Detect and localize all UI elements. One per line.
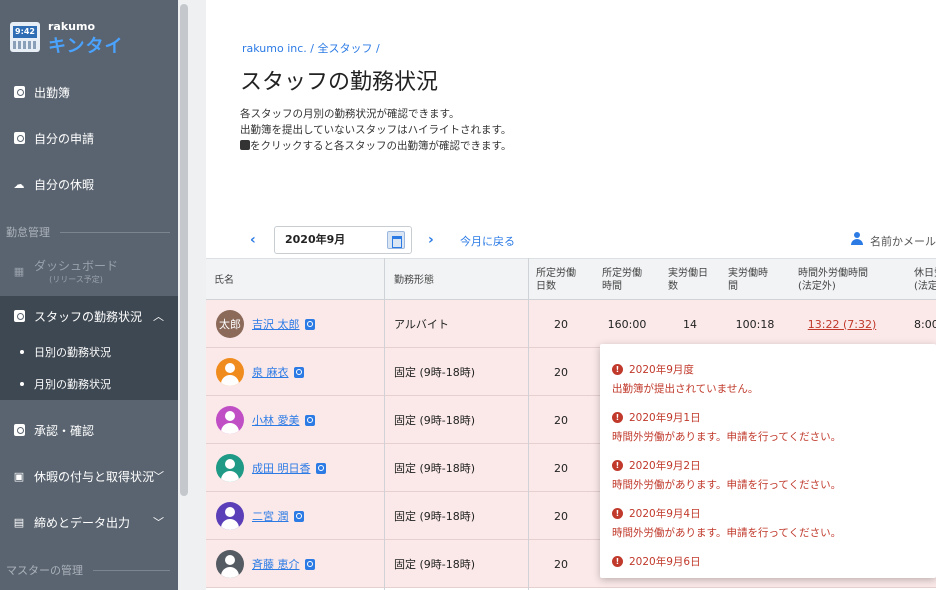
staff-name-link[interactable]: 吉沢 太郎 (252, 316, 300, 332)
error-icon: ! (612, 460, 623, 471)
leave-icon: ☁ (13, 177, 25, 191)
alert-item: ! 2020年9月4日 時間外労働があります。申請を行ってください。 (612, 508, 842, 539)
error-icon: ! (612, 508, 623, 519)
avatar (216, 454, 244, 482)
scheduled-days-cell: 20 (554, 509, 568, 523)
sidebar-subitem-daily-status[interactable]: 日別の勤務状況 (0, 336, 178, 368)
staff-status-icon (12, 309, 26, 323)
work-type-cell: 固定 (9時-18時) (394, 414, 476, 427)
table-row[interactable]: 太郎 吉沢 太郎 アルバイト 20 160:00 14 100:18 13:22… (206, 300, 936, 348)
calendar-icon[interactable] (387, 231, 405, 249)
col-header-actual-days[interactable]: 実労働日 数 (660, 259, 720, 301)
section-header-attendance: 勤怠管理 (6, 224, 170, 240)
work-type-cell: 固定 (9時-18時) (394, 366, 476, 379)
export-icon: ▤ (13, 515, 25, 529)
col-header-holiday-work[interactable]: 休日労 (法定 (906, 259, 936, 301)
avatar (216, 406, 244, 434)
prev-month-button[interactable]: ‹ (250, 232, 256, 248)
book-icon (12, 85, 26, 99)
sidebar: 9:42 rakumo キンタイ 出勤簿 自分の申請 ☁ 自分の休暇 勤怠管理 … (0, 0, 178, 590)
avatar (216, 358, 244, 386)
chevron-up-icon: ︿ (153, 310, 164, 323)
month-picker[interactable]: 2020年9月 (274, 226, 412, 254)
clock-logo-icon: 9:42 (10, 22, 40, 52)
sidebar-item-my-leave[interactable]: ☁ 自分の休暇 (0, 164, 178, 204)
attendance-book-icon[interactable] (304, 558, 315, 570)
page-title: スタッフの勤務状況 (240, 70, 439, 95)
actual-days-cell: 14 (683, 317, 697, 331)
error-icon: ! (612, 556, 623, 567)
alert-item: ! 2020年9月6日 (612, 554, 701, 569)
back-to-current-month-link[interactable]: 今月に戻る (460, 233, 515, 249)
work-type-cell: 固定 (9時-18時) (394, 462, 476, 475)
chevron-down-icon: ﹀ (153, 470, 164, 483)
section-header-master: マスターの管理 (6, 562, 170, 578)
sidebar-subitem-monthly-status[interactable]: 月別の勤務状況 (0, 368, 178, 400)
alert-item: ! 2020年9月度 出勤簿が提出されていません。 (612, 364, 759, 395)
scheduled-days-cell: 20 (554, 461, 568, 475)
next-month-button[interactable]: › (428, 232, 434, 248)
attendance-book-icon[interactable] (304, 318, 315, 330)
month-toolbar: ‹ 2020年9月 › 今月に戻る 名前かメール (242, 226, 936, 254)
alert-item: ! 2020年9月2日 時間外労働があります。申請を行ってください。 (612, 460, 842, 491)
alert-popover: ! 2020年9月度 出勤簿が提出されていません。 ! 2020年9月1日 時間外労… (600, 344, 936, 578)
staff-name-link[interactable]: 斉藤 恵介 (252, 556, 300, 572)
attendance-book-icon[interactable] (315, 462, 326, 474)
approval-icon (12, 423, 26, 437)
work-type-cell: 固定 (9時-18時) (394, 510, 476, 523)
logo-product-text: キンタイ (48, 36, 124, 57)
request-icon (12, 131, 26, 145)
attendance-book-icon[interactable] (293, 510, 304, 522)
work-type-cell: アルバイト (394, 318, 449, 331)
staff-search-input[interactable]: 名前かメール (870, 233, 936, 249)
staff-name-link[interactable]: 小林 愛美 (252, 412, 300, 428)
attendance-book-icon[interactable] (304, 414, 315, 426)
user-icon (850, 232, 864, 246)
avatar (216, 502, 244, 530)
error-icon: ! (612, 364, 623, 375)
staff-name-link[interactable]: 成田 明日香 (252, 460, 311, 476)
staff-name-link[interactable]: 泉 麻衣 (252, 364, 289, 380)
chevron-down-icon: ﹀ (153, 516, 164, 529)
page-description: 各スタッフの月別の勤務状況が確認できます。 出勤簿を提出していないスタッフはハイ… (240, 108, 512, 152)
app-logo[interactable]: 9:42 rakumo キンタイ (10, 20, 170, 60)
col-header-work-type[interactable]: 勤務形態 (386, 259, 526, 301)
scheduled-days-cell: 20 (554, 365, 568, 379)
sidebar-item-attendance-book[interactable]: 出勤簿 (0, 72, 178, 112)
attendance-book-icon (240, 140, 250, 150)
dashboard-icon: ▦ (13, 264, 25, 278)
breadcrumb[interactable]: rakumo inc. / 全スタッフ / (242, 40, 380, 56)
avatar (216, 550, 244, 578)
sidebar-item-my-requests[interactable]: 自分の申請 (0, 118, 178, 158)
actual-hours-cell: 100:18 (735, 317, 775, 331)
work-type-cell: 固定 (9時-18時) (394, 558, 476, 571)
col-header-actual-hours[interactable]: 実労働時 間 (720, 259, 790, 301)
sidebar-item-closing-export[interactable]: ▤ 締めとデータ出力 ﹀ (0, 502, 178, 542)
col-header-overtime[interactable]: 時間外労働時間 (法定外) (790, 259, 894, 301)
scheduled-hours-cell: 160:00 (607, 317, 647, 331)
scheduled-days-cell: 20 (554, 317, 568, 331)
col-header-scheduled-hours[interactable]: 所定労働 時間 (594, 259, 660, 301)
gift-icon: ▣ (13, 469, 25, 483)
staff-name-link[interactable]: 二宮 潤 (252, 508, 289, 524)
sidebar-item-leave-grant[interactable]: ▣ 休暇の付与と取得状況 ﹀ (0, 456, 178, 496)
error-icon: ! (612, 412, 623, 423)
scheduled-days-cell: 20 (554, 557, 568, 571)
sidebar-item-staff-status[interactable]: スタッフの勤務状況 ︿ (0, 296, 178, 336)
holiday-work-cell: 8:00 (914, 317, 936, 331)
alert-item: ! 2020年9月1日 時間外労働があります。申請を行ってください。 (612, 412, 842, 443)
table-header: 氏名 勤務形態 所定労働 日数 所定労働 時間 実労働日 数 実労働時 間 時間… (206, 258, 936, 300)
sidebar-scrollbar[interactable] (180, 4, 188, 496)
sidebar-item-approval[interactable]: 承認・確認 (0, 410, 178, 450)
scheduled-days-cell: 20 (554, 413, 568, 427)
col-header-name[interactable]: 氏名 (206, 259, 384, 301)
avatar: 太郎 (216, 310, 244, 338)
sidebar-item-dashboard: ▦ ダッシュボード (リリース予定) (13, 259, 119, 284)
attendance-book-icon[interactable] (293, 366, 304, 378)
overtime-link[interactable]: 13:22 (7:32) (808, 318, 876, 331)
col-header-scheduled-days[interactable]: 所定労働 日数 (528, 259, 594, 301)
